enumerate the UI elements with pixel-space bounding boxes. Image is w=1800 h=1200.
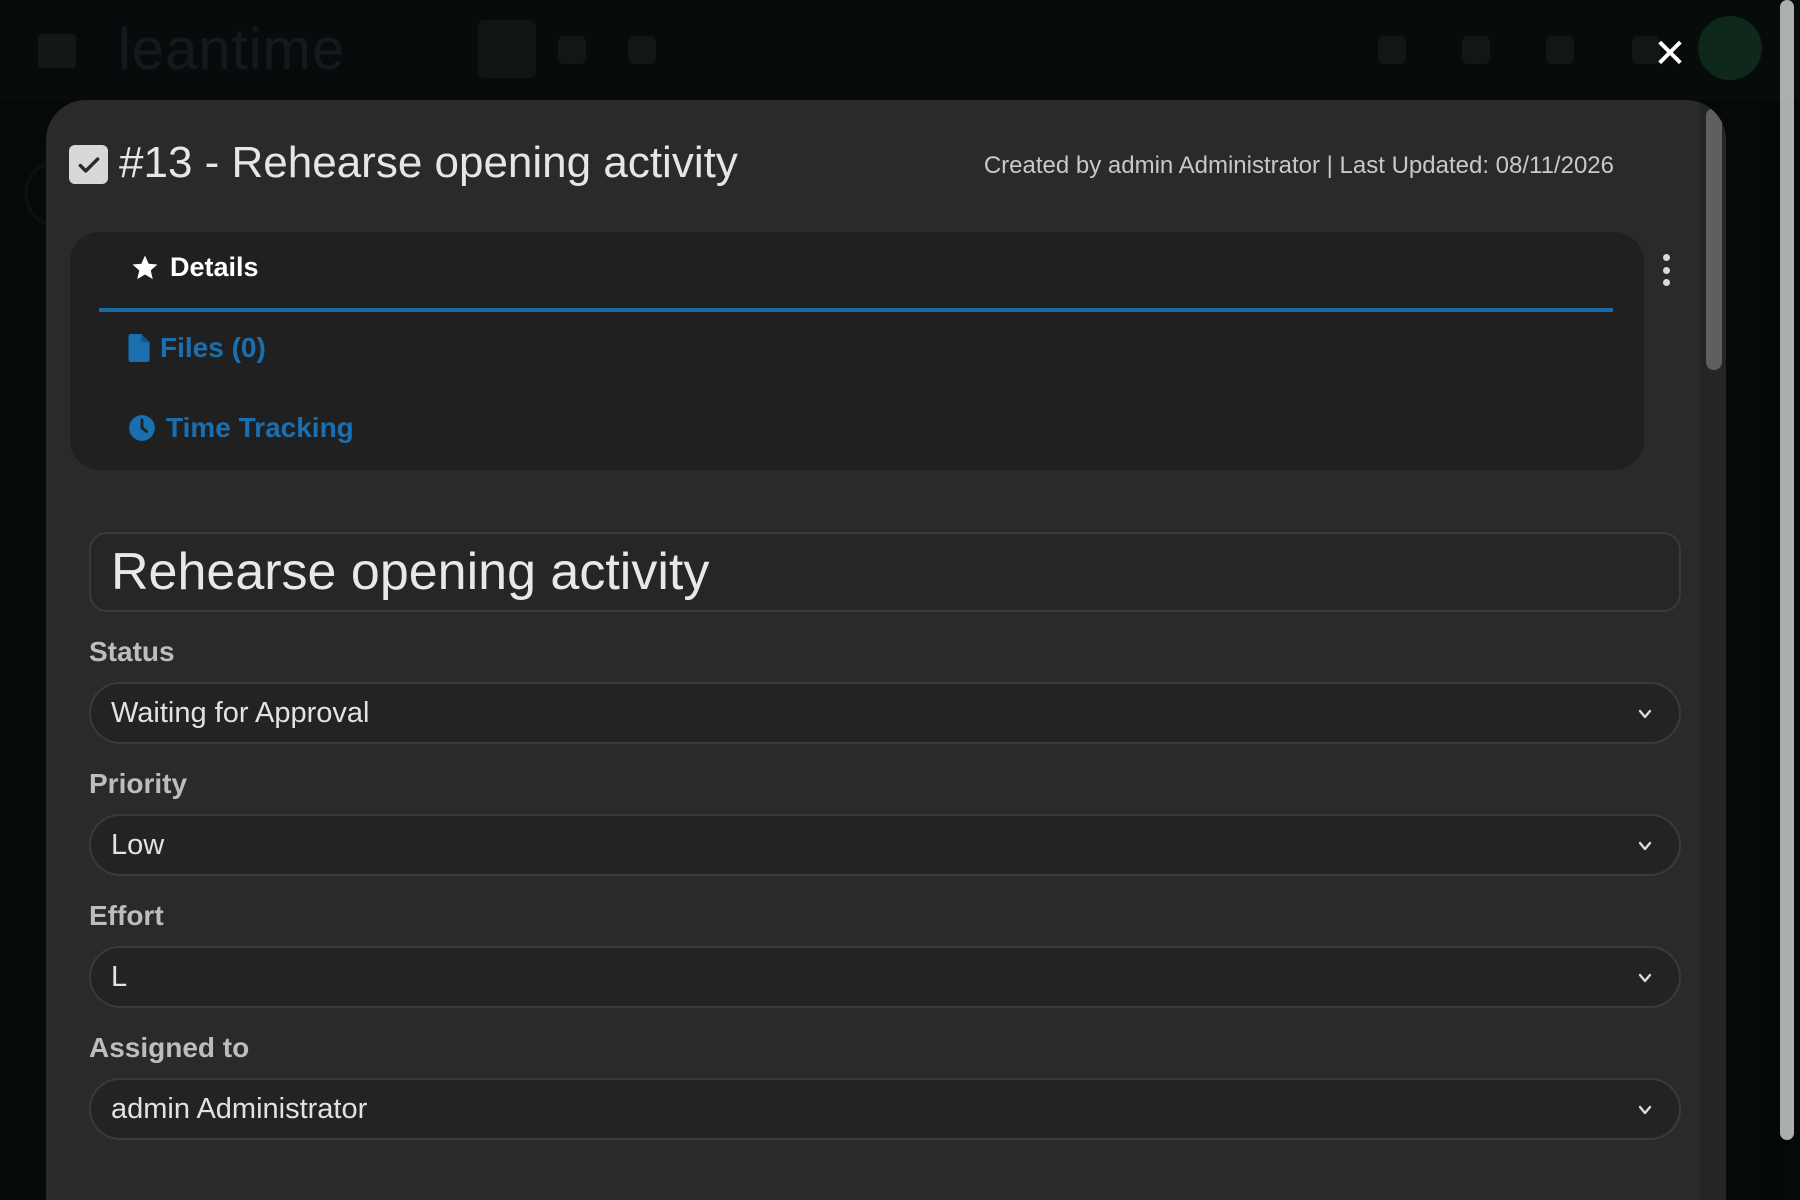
effort-label: Effort <box>89 900 164 931</box>
star-icon <box>132 255 158 279</box>
tab-details[interactable]: Details <box>130 252 259 283</box>
chevron-down-icon <box>1638 709 1652 719</box>
tab-files[interactable]: Files (0) <box>128 332 266 364</box>
clock-icon <box>129 415 155 441</box>
file-icon <box>128 334 150 362</box>
close-button[interactable]: ✕ <box>1650 34 1690 74</box>
ticket-modal: #13 - Rehearse opening activity Created … <box>46 100 1726 1200</box>
assigned-select[interactable]: admin Administrator <box>89 1078 1681 1140</box>
ticket-title-input[interactable] <box>89 532 1681 612</box>
modal-scrollbar-thumb[interactable] <box>1706 108 1722 370</box>
active-tab-indicator <box>99 308 1613 312</box>
tab-files-label: Files (0) <box>160 332 266 363</box>
chevron-down-icon <box>1638 841 1652 851</box>
modal-scrollbar[interactable] <box>1700 100 1726 1200</box>
page-title: #13 - Rehearse opening activity <box>119 138 738 187</box>
tabs-panel: Details Files (0) Time Tracking <box>70 232 1644 470</box>
effort-select[interactable]: L <box>89 946 1681 1008</box>
priority-value: Low <box>111 829 165 861</box>
assigned-label: Assigned to <box>89 1032 250 1063</box>
checkbox-icon <box>69 145 108 184</box>
tab-time-label: Time Tracking <box>166 412 354 443</box>
chevron-down-icon <box>1638 973 1652 983</box>
tab-details-label: Details <box>170 252 259 282</box>
status-value: Waiting for Approval <box>111 697 370 729</box>
priority-select[interactable]: Low <box>89 814 1681 876</box>
priority-label: Priority <box>89 768 188 799</box>
status-label: Status <box>89 636 175 667</box>
status-select[interactable]: Waiting for Approval <box>89 682 1681 744</box>
effort-value: L <box>111 961 128 993</box>
assigned-value: admin Administrator <box>111 1093 368 1125</box>
more-options-icon[interactable] <box>1656 250 1676 290</box>
tab-time-tracking[interactable]: Time Tracking <box>128 412 354 444</box>
chevron-down-icon <box>1638 1105 1652 1115</box>
ticket-meta: Created by admin Administrator | Last Up… <box>983 152 1614 179</box>
page-scrollbar[interactable] <box>1780 0 1794 1140</box>
